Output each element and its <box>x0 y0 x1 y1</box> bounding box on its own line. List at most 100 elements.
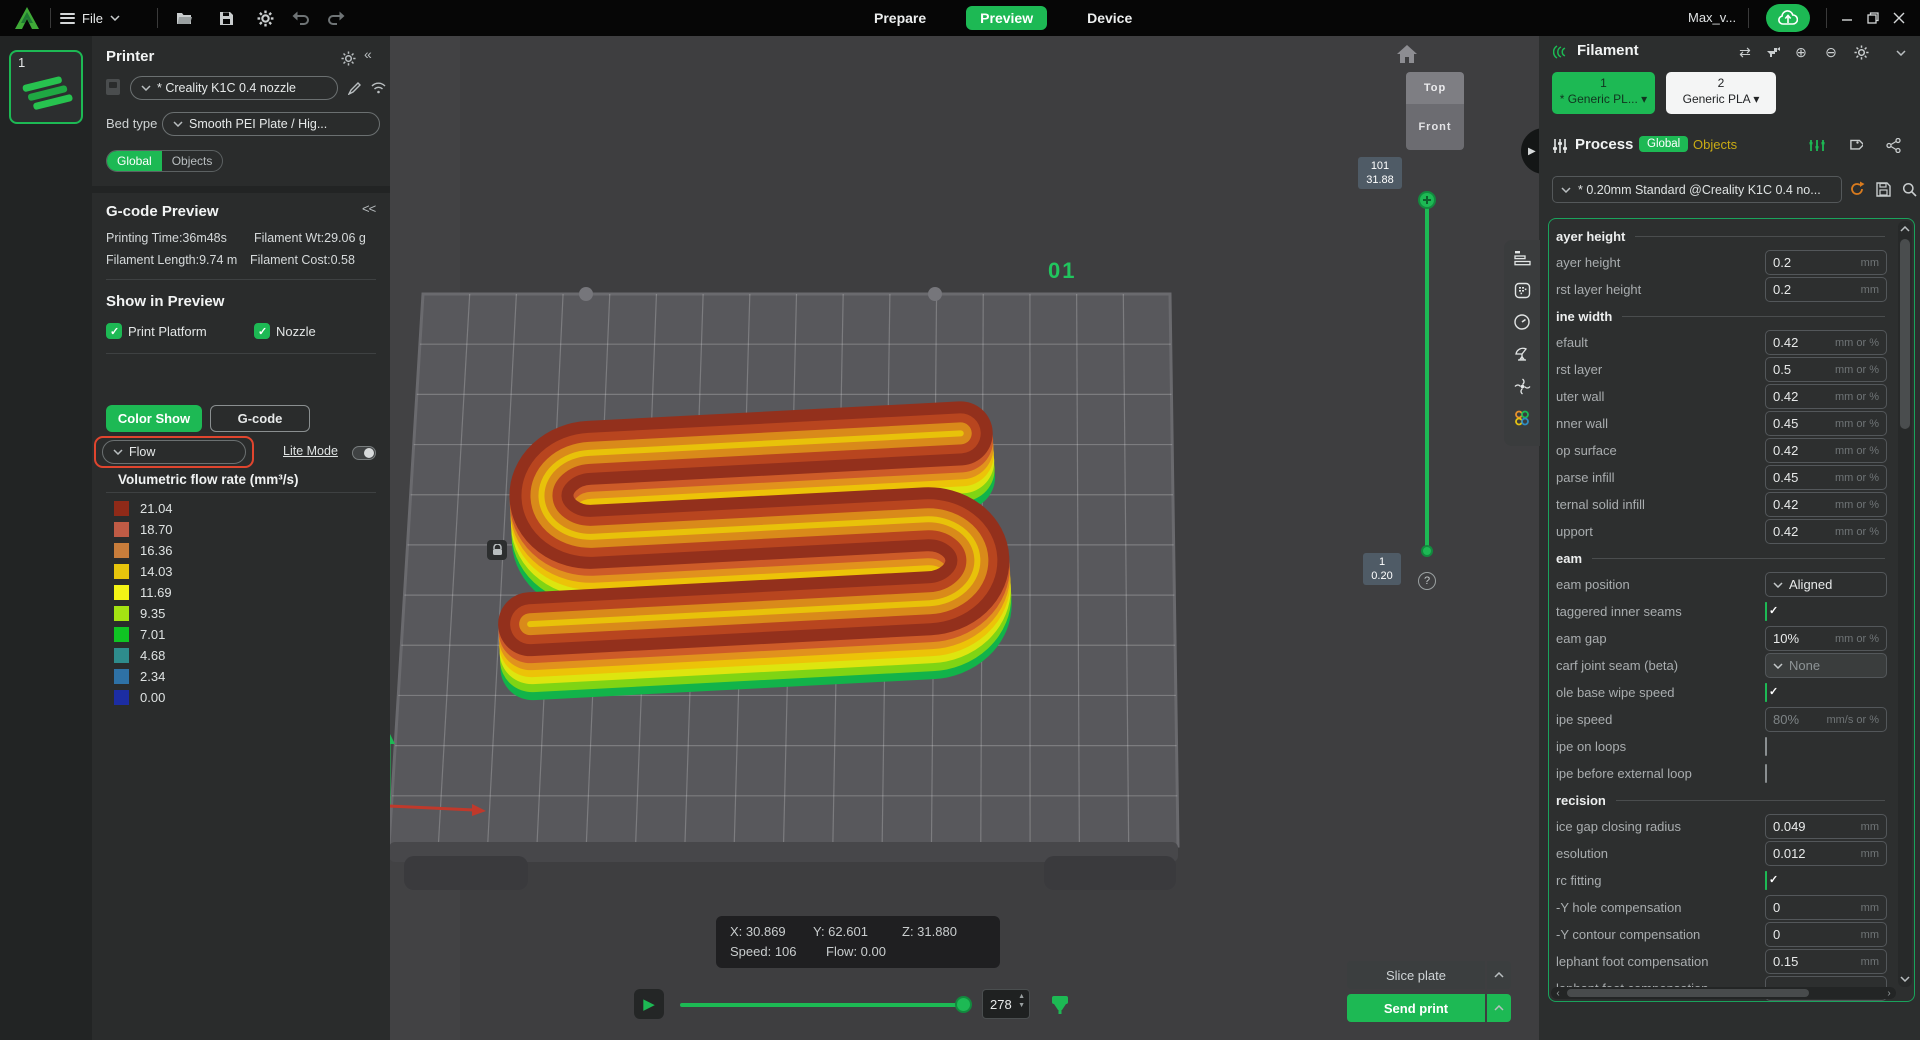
setting-input[interactable]: 0.42mm or % <box>1765 438 1887 463</box>
setting-input[interactable]: 0.42mm or % <box>1765 492 1887 517</box>
save-icon[interactable] <box>216 8 236 28</box>
color-show-button[interactable]: Color Show <box>106 405 202 432</box>
send-print-button[interactable]: Send print <box>1347 994 1485 1022</box>
lite-mode-label[interactable]: Lite Mode <box>283 444 338 458</box>
print-platform-checkbox[interactable] <box>106 323 122 339</box>
nozzle-checkbox-row[interactable]: Nozzle <box>254 323 316 339</box>
scope-global-tab[interactable]: Global <box>107 151 162 171</box>
filament-settings-gear-icon[interactable] <box>1851 42 1871 62</box>
remove-filament-icon[interactable]: ⊖ <box>1821 42 1841 62</box>
setting-checkbox[interactable] <box>1765 764 1767 783</box>
setting-checkbox[interactable] <box>1765 683 1767 702</box>
share-icon[interactable] <box>1883 135 1903 155</box>
slice-plate-button[interactable]: Slice plate <box>1347 961 1485 989</box>
swap-filament-icon[interactable]: ⇄ <box>1735 42 1755 62</box>
scroll-left-icon[interactable]: ‹ <box>1551 987 1565 999</box>
send-options-chevron[interactable] <box>1487 994 1511 1022</box>
home-view-icon[interactable] <box>1396 44 1418 64</box>
tab-prepare[interactable]: Prepare <box>860 6 940 30</box>
file-menu[interactable]: File <box>60 0 120 36</box>
filament-slot-2[interactable]: 2 Generic PLA ▾ <box>1666 72 1776 114</box>
process-scope-global[interactable]: Global <box>1639 136 1688 152</box>
printer-settings-gear-icon[interactable] <box>338 48 358 68</box>
cube-face-top[interactable]: Top <box>1406 72 1464 104</box>
cat-first-layer-icon[interactable] <box>1512 280 1532 300</box>
setting-checkbox[interactable] <box>1765 737 1767 756</box>
lite-mode-toggle[interactable] <box>352 446 376 460</box>
setting-checkbox[interactable] <box>1765 602 1767 621</box>
flow-type-select[interactable]: Flow <box>102 440 246 464</box>
scroll-up-icon[interactable] <box>1898 221 1912 237</box>
layer-slider-top-handle[interactable] <box>1418 191 1436 209</box>
nozzle-checkbox[interactable] <box>254 323 270 339</box>
vertical-scrollbar[interactable] <box>1898 221 1912 987</box>
frame-slider-track[interactable] <box>680 1003 970 1007</box>
setting-input[interactable]: 0mm <box>1765 895 1887 920</box>
print-platform-checkbox-row[interactable]: Print Platform <box>106 323 207 339</box>
layer-slider-track[interactable] <box>1425 200 1429 550</box>
setting-input[interactable]: 80%mm/s or % <box>1765 707 1887 732</box>
wifi-icon[interactable] <box>368 78 388 98</box>
cat-layer-height-icon[interactable] <box>1512 248 1532 268</box>
filament-slot-1[interactable]: 1 * Generic PL... ▾ <box>1552 72 1655 114</box>
setting-input[interactable]: 0.012mm <box>1765 841 1887 866</box>
frame-number-stepper[interactable]: 278 ▲▼ <box>982 989 1030 1019</box>
window-minimize-button[interactable] <box>1836 9 1858 27</box>
undo-icon[interactable] <box>290 8 310 28</box>
user-account-label[interactable]: Max_v... <box>1688 10 1736 25</box>
reset-preset-icon[interactable] <box>1847 179 1867 199</box>
setting-input[interactable]: 0.5mm or % <box>1765 357 1887 382</box>
layer-slider-bottom-handle[interactable] <box>1421 545 1433 557</box>
process-scope-objects[interactable]: Objects <box>1693 137 1737 152</box>
setting-input[interactable]: 0.2mm <box>1765 250 1887 275</box>
horizontal-scrollbar[interactable]: ‹ › <box>1551 987 1896 999</box>
slider-help-icon[interactable]: ? <box>1418 572 1436 590</box>
setting-input[interactable]: 0.15mm <box>1765 949 1887 974</box>
flush-filament-icon[interactable] <box>1763 42 1783 62</box>
scope-objects-tab[interactable]: Objects <box>162 151 223 171</box>
add-filament-icon[interactable]: ⊕ <box>1791 42 1811 62</box>
cat-cooling-icon[interactable] <box>1512 376 1532 396</box>
setting-input[interactable]: 0.45mm or % <box>1765 465 1887 490</box>
printer-preset-select[interactable]: * Creality K1C 0.4 nozzle <box>130 76 338 100</box>
setting-input[interactable]: 0.42mm or % <box>1765 519 1887 544</box>
advanced-settings-icon[interactable] <box>1807 135 1827 155</box>
setting-input[interactable]: 0.2mm <box>1765 277 1887 302</box>
redo-icon[interactable] <box>326 8 346 28</box>
setting-checkbox[interactable] <box>1765 871 1767 890</box>
slice-options-chevron[interactable] <box>1487 961 1511 989</box>
gcode-collapse-icon[interactable]: << <box>362 201 375 216</box>
nozzle-flow-icon[interactable] <box>1049 994 1071 1016</box>
window-restore-button[interactable] <box>1862 9 1884 27</box>
vscroll-thumb[interactable] <box>1900 239 1910 429</box>
cat-support-icon[interactable] <box>1512 344 1532 364</box>
setting-select[interactable]: None <box>1765 653 1887 678</box>
printer-collapse-icon[interactable]: « <box>364 46 372 62</box>
bed-type-select[interactable]: Smooth PEI Plate / Hig... <box>162 112 380 136</box>
setting-input[interactable]: 0.049mm <box>1765 814 1887 839</box>
setting-input[interactable]: 0.42mm or % <box>1765 330 1887 355</box>
setting-input[interactable]: 0mm <box>1765 922 1887 947</box>
tab-device[interactable]: Device <box>1073 6 1146 30</box>
tag-icon[interactable] <box>1845 135 1865 155</box>
frame-slider-handle[interactable] <box>955 996 972 1013</box>
setting-select[interactable]: Aligned <box>1765 572 1887 597</box>
scroll-right-icon[interactable]: › <box>1882 987 1896 999</box>
scroll-down-icon[interactable] <box>1898 971 1912 987</box>
hscroll-thumb[interactable] <box>1567 989 1809 997</box>
plate-thumbnail[interactable]: 1 <box>9 50 83 124</box>
edit-printer-icon[interactable] <box>344 78 364 98</box>
window-close-button[interactable] <box>1888 9 1910 27</box>
setting-input[interactable]: 10%mm or % <box>1765 626 1887 651</box>
process-preset-select[interactable]: * 0.20mm Standard @Creality K1C 0.4 no..… <box>1552 176 1842 203</box>
tab-preview[interactable]: Preview <box>966 6 1047 30</box>
cat-multimaterial-icon[interactable] <box>1512 408 1532 428</box>
gcode-view-button[interactable]: G-code <box>210 405 310 432</box>
play-button[interactable]: ▶ <box>634 989 664 1019</box>
filament-collapse-icon[interactable] <box>1891 43 1911 63</box>
settings-gear-icon[interactable] <box>255 8 275 28</box>
setting-input[interactable]: 0.45mm or % <box>1765 411 1887 436</box>
cat-speed-icon[interactable] <box>1512 312 1532 332</box>
setting-input[interactable]: 0.42mm or % <box>1765 384 1887 409</box>
search-settings-icon[interactable] <box>1899 179 1919 199</box>
